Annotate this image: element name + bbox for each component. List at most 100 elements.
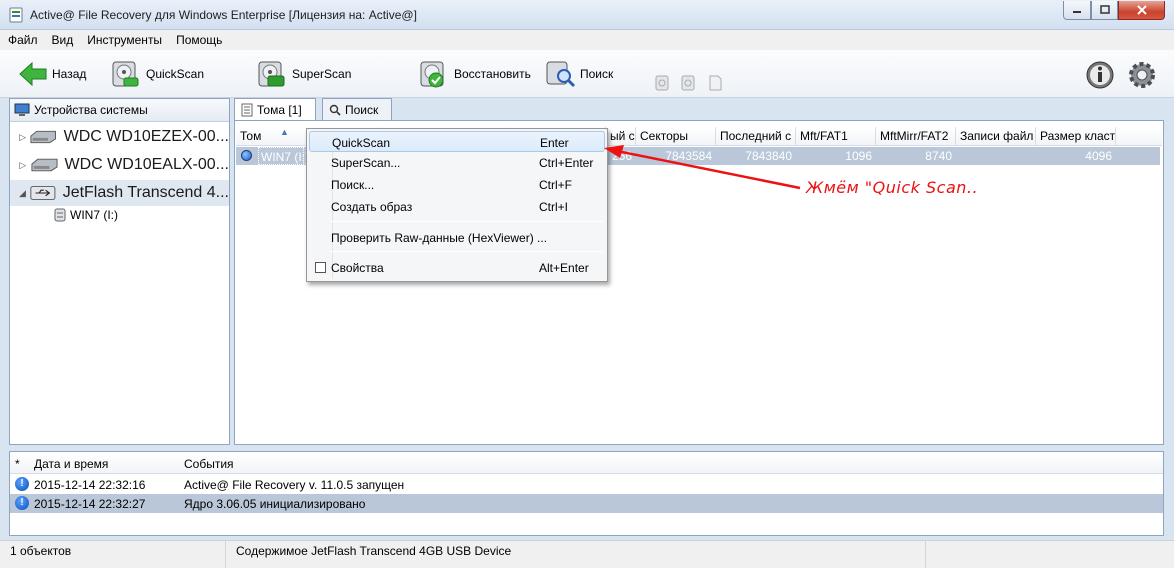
volume-icon	[54, 208, 66, 222]
hard-drive-icon	[30, 130, 57, 144]
cluster-size-cell: 4096	[1085, 149, 1112, 163]
disabled-disk-icon	[681, 75, 695, 91]
back-arrow-icon	[19, 61, 47, 87]
menu-tools[interactable]: Инструменты	[87, 33, 162, 47]
quickscan-label: QuickScan	[146, 67, 205, 81]
menu-item-shortcut: Enter	[540, 136, 569, 150]
menu-file[interactable]: Файл	[8, 33, 38, 47]
disabled-disk-icon	[655, 75, 669, 91]
menu-item-label: SuperScan...	[331, 156, 401, 170]
info-icon: !	[15, 496, 29, 510]
info-button-icon[interactable]	[1085, 60, 1115, 90]
superscan-button[interactable]: SuperScan	[256, 58, 351, 90]
close-icon	[1136, 5, 1147, 15]
volume-label: WIN7 (I:)	[70, 208, 118, 222]
back-button[interactable]: Назад	[18, 58, 86, 90]
menu-item-hexviewer[interactable]: Проверить Raw-данные (HexViewer) ...	[309, 227, 605, 248]
menu-separator	[331, 251, 603, 252]
log-time: 2015-12-14 22:32:27	[34, 497, 146, 511]
info-icon: !	[15, 477, 29, 491]
annotation-arrow-icon	[604, 145, 801, 190]
search-label: Поиск	[580, 67, 614, 81]
menu-item-shortcut: Ctrl+F	[539, 178, 572, 192]
search-button[interactable]: Поиск	[544, 58, 613, 90]
event-log: * Дата и время События ! 2015-12-14 22:3…	[9, 451, 1164, 536]
menu-bar: Файл Вид Инструменты Помощь	[0, 30, 1174, 50]
menu-item-label: QuickScan	[332, 136, 391, 150]
volume-status-icon	[241, 150, 252, 161]
log-time: 2015-12-14 22:32:16	[34, 478, 146, 492]
menu-item-superscan[interactable]: SuperScan... Ctrl+Enter	[309, 152, 605, 173]
menu-item-shortcut: Ctrl+I	[539, 200, 569, 214]
expand-arrow-icon[interactable]: ▷	[16, 132, 29, 143]
maximize-icon	[1099, 5, 1110, 14]
device-item[interactable]: ▷ WDC WD10EZEX-00...	[10, 124, 229, 150]
menu-view[interactable]: Вид	[52, 33, 74, 47]
maximize-button[interactable]	[1091, 1, 1118, 20]
column-header-label: Том	[240, 129, 262, 143]
app-icon	[9, 7, 23, 23]
device-label: JetFlash Transcend 4...	[62, 184, 229, 201]
menu-separator	[331, 221, 603, 222]
computer-icon	[14, 103, 30, 116]
list-icon	[241, 103, 253, 117]
menu-help[interactable]: Помощь	[176, 33, 222, 47]
context-menu: QuickScan Enter SuperScan... Ctrl+Enter …	[306, 128, 608, 282]
restore-button[interactable]: Восстановить	[418, 58, 531, 90]
status-object-count: 1 объектов	[0, 541, 226, 568]
quickscan-disk-icon	[112, 61, 139, 87]
column-header-mftmirr[interactable]: MftMirr/FAT2	[876, 127, 956, 145]
menu-item-create-image[interactable]: Создать образ Ctrl+I	[309, 196, 605, 217]
minimize-icon	[1073, 11, 1081, 13]
checkbox-icon	[315, 262, 326, 273]
volume-item[interactable]: WIN7 (I:)	[54, 208, 118, 222]
tab-search-label: Поиск	[345, 102, 379, 117]
devices-header: Устройства системы	[10, 99, 229, 122]
usb-drive-icon	[30, 186, 56, 200]
disabled-document-icon	[709, 75, 722, 91]
hard-drive-icon	[30, 158, 58, 172]
menu-item-label: Проверить Raw-данные (HexViewer) ...	[331, 231, 548, 245]
menu-item-properties[interactable]: Свойства Alt+Enter	[309, 257, 605, 278]
menu-item-shortcut: Ctrl+Enter	[539, 156, 594, 170]
search-disk-icon	[546, 61, 576, 88]
minimize-button[interactable]	[1063, 1, 1091, 20]
superscan-disk-icon	[258, 61, 285, 87]
settings-gear-icon[interactable]	[1127, 60, 1157, 90]
tab-volumes[interactable]: Тома [1]	[234, 98, 316, 121]
log-column-marker[interactable]: *	[15, 457, 20, 471]
quickscan-button[interactable]: QuickScan	[110, 58, 204, 90]
device-item[interactable]: ▷ WDC WD10EALX-00...	[10, 152, 229, 178]
title-bar: Active@ File Recovery для Windows Enterp…	[0, 0, 1174, 30]
window-title: Active@ File Recovery для Windows Enterp…	[30, 8, 417, 22]
column-header-file-records[interactable]: Записи файл	[956, 127, 1036, 145]
toolbar: Назад QuickScan SuperScan Восстановить П…	[0, 50, 1174, 98]
log-row-selected[interactable]: ! 2015-12-14 22:32:27 Ядро 3.06.05 иници…	[10, 494, 1163, 513]
menu-item-quickscan[interactable]: QuickScan Enter	[309, 131, 605, 152]
column-header-cluster-size[interactable]: Размер класт	[1036, 127, 1116, 145]
status-bar: 1 объектов Содержимое JetFlash Transcend…	[0, 540, 1174, 568]
device-item-selected[interactable]: ◢ JetFlash Transcend 4...	[10, 180, 229, 206]
collapse-arrow-icon[interactable]: ◢	[16, 188, 29, 199]
status-content: Содержимое JetFlash Transcend 4GB USB De…	[226, 541, 926, 568]
superscan-label: SuperScan	[292, 67, 352, 81]
restore-disk-icon	[420, 61, 444, 88]
log-row[interactable]: ! 2015-12-14 22:32:16 Active@ File Recov…	[10, 475, 1163, 494]
log-column-datetime[interactable]: Дата и время	[34, 457, 108, 471]
back-label: Назад	[52, 67, 87, 81]
device-label: WDC WD10EALX-00...	[64, 156, 229, 173]
menu-item-label: Создать образ	[331, 200, 413, 214]
volume-name-cell[interactable]: WIN7 (I:)	[258, 147, 309, 165]
sort-ascending-icon: ▲	[280, 127, 289, 137]
tab-search[interactable]: Поиск	[322, 98, 392, 120]
close-button[interactable]	[1118, 1, 1165, 20]
devices-panel: Устройства системы ▷ WDC WD10EZEX-00... …	[9, 98, 230, 445]
menu-item-label: Поиск...	[331, 178, 375, 192]
expand-arrow-icon[interactable]: ▷	[16, 160, 30, 171]
device-label: WDC WD10EZEX-00...	[63, 128, 229, 145]
restore-label: Восстановить	[454, 67, 531, 81]
menu-item-shortcut: Alt+Enter	[539, 261, 589, 275]
menu-item-search[interactable]: Поиск... Ctrl+F	[309, 174, 605, 195]
status-extra	[926, 541, 1174, 568]
log-column-events[interactable]: События	[184, 457, 234, 471]
